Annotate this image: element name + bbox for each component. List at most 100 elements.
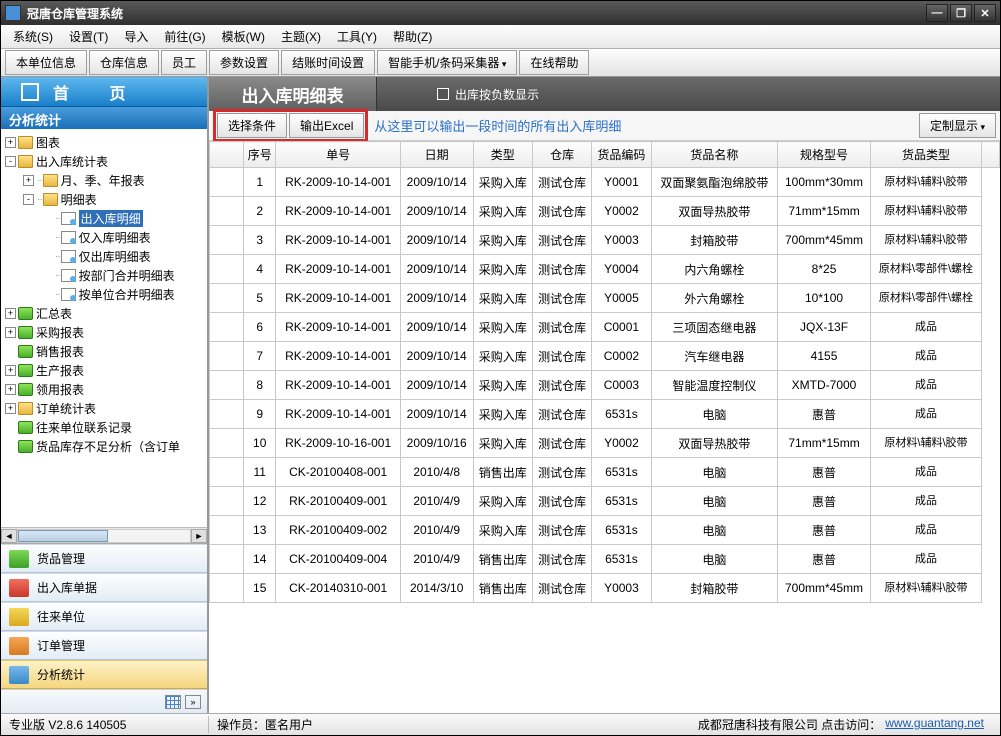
expand-icon[interactable]: +	[5, 365, 16, 376]
menu-item[interactable]: 导入	[116, 26, 156, 47]
table-row[interactable]: 2RK-2009-10-14-0012009/10/14采购入库测试仓库Y000…	[210, 197, 1000, 226]
expand-icon[interactable]: +	[5, 403, 16, 414]
table-row[interactable]: 7RK-2009-10-14-0012009/10/14采购入库测试仓库C000…	[210, 342, 1000, 371]
titlebar[interactable]: 冠唐仓库管理系统 — ❐ ✕	[1, 1, 1000, 25]
minimize-button[interactable]: —	[926, 4, 948, 22]
row-selector[interactable]	[210, 400, 244, 429]
scroll-track[interactable]	[17, 529, 191, 543]
table-row[interactable]: 12RK-20100409-0012010/4/9采购入库测试仓库6531s电脑…	[210, 487, 1000, 516]
row-selector-header[interactable]	[210, 142, 244, 168]
tree-node[interactable]: +领用报表	[3, 380, 205, 399]
table-row[interactable]: 10RK-2009-10-16-0012009/10/16采购入库测试仓库Y00…	[210, 429, 1000, 458]
expand-icon[interactable]: +	[5, 327, 16, 338]
toolbar-button[interactable]: 智能手机/条码采集器	[377, 50, 517, 75]
row-selector[interactable]	[210, 487, 244, 516]
negative-display-checkbox[interactable]: 出库按负数显示	[437, 86, 539, 103]
expand-icon[interactable]: »	[185, 695, 201, 709]
export-excel-button[interactable]: 输出Excel	[289, 113, 364, 138]
row-selector[interactable]	[210, 284, 244, 313]
column-header[interactable]: 日期	[400, 142, 473, 168]
tree-node[interactable]: +汇总表	[3, 304, 205, 323]
column-header[interactable]: 货品名称	[651, 142, 777, 168]
column-header[interactable]: 单号	[276, 142, 400, 168]
toolbar-button[interactable]: 在线帮助	[519, 50, 589, 75]
row-selector[interactable]	[210, 342, 244, 371]
row-selector[interactable]	[210, 197, 244, 226]
column-header[interactable]: 类型	[473, 142, 532, 168]
menu-item[interactable]: 工具(Y)	[329, 26, 385, 47]
checkbox-icon[interactable]	[437, 88, 449, 100]
expand-icon[interactable]: +	[5, 137, 16, 148]
toolbar-button[interactable]: 仓库信息	[89, 50, 159, 75]
menu-item[interactable]: 模板(W)	[214, 26, 273, 47]
menu-item[interactable]: 帮助(Z)	[385, 26, 440, 47]
row-selector[interactable]	[210, 516, 244, 545]
toolbar-button[interactable]: 员工	[161, 50, 207, 75]
column-header[interactable]: 货品类型	[870, 142, 981, 168]
table-row[interactable]: 5RK-2009-10-14-0012009/10/14采购入库测试仓库Y000…	[210, 284, 1000, 313]
tree-node[interactable]: ··出入库明细	[3, 209, 205, 228]
column-header[interactable]: 规格型号	[778, 142, 871, 168]
toolbar-button[interactable]: 参数设置	[209, 50, 279, 75]
tree-node[interactable]: ··仅入库明细表	[3, 228, 205, 247]
table-row[interactable]: 9RK-2009-10-14-0012009/10/14采购入库测试仓库6531…	[210, 400, 1000, 429]
menu-item[interactable]: 主题(X)	[273, 26, 329, 47]
row-selector[interactable]	[210, 574, 244, 603]
tree-node[interactable]: -出入库统计表	[3, 152, 205, 171]
tree-node[interactable]: ··按部门合并明细表	[3, 266, 205, 285]
table-row[interactable]: 1RK-2009-10-14-0012009/10/14采购入库测试仓库Y000…	[210, 168, 1000, 197]
table-container[interactable]: 序号单号日期类型仓库货品编码货品名称规格型号货品类型 1RK-2009-10-1…	[209, 141, 1000, 713]
menu-item[interactable]: 设置(T)	[61, 26, 116, 47]
company-url[interactable]: www.guantang.net	[885, 716, 984, 733]
nav-item[interactable]: 往来单位	[1, 602, 207, 631]
tree-node[interactable]: ··按单位合并明细表	[3, 285, 205, 304]
row-selector[interactable]	[210, 313, 244, 342]
table-row[interactable]: 6RK-2009-10-14-0012009/10/14采购入库测试仓库C000…	[210, 313, 1000, 342]
expand-icon[interactable]: +	[5, 308, 16, 319]
nav-item[interactable]: 分析统计	[1, 660, 207, 689]
tree-hscrollbar[interactable]: ◄ ►	[1, 527, 207, 543]
tree-node[interactable]: -··明细表	[3, 190, 205, 209]
table-row[interactable]: 11CK-20100408-0012010/4/8销售出库测试仓库6531s电脑…	[210, 458, 1000, 487]
tree-view[interactable]: +图表-出入库统计表+··月、季、年报表-··明细表··出入库明细··仅入库明细…	[1, 129, 207, 527]
table-row[interactable]: 4RK-2009-10-14-0012009/10/14采购入库测试仓库Y000…	[210, 255, 1000, 284]
tree-node[interactable]: ··仅出库明细表	[3, 247, 205, 266]
tree-node[interactable]: 货品库存不足分析（含订单	[3, 437, 205, 456]
toolbar-button[interactable]: 结账时间设置	[281, 50, 375, 75]
tree-node[interactable]: 销售报表	[3, 342, 205, 361]
custom-display-button[interactable]: 定制显示	[919, 113, 996, 138]
nav-item[interactable]: 出入库单据	[1, 573, 207, 602]
row-selector[interactable]	[210, 255, 244, 284]
table-row[interactable]: 13RK-20100409-0022010/4/9采购入库测试仓库6531s电脑…	[210, 516, 1000, 545]
maximize-button[interactable]: ❐	[950, 4, 972, 22]
scroll-left-icon[interactable]: ◄	[1, 529, 17, 543]
row-selector[interactable]	[210, 545, 244, 574]
row-selector[interactable]	[210, 429, 244, 458]
scroll-thumb[interactable]	[18, 530, 108, 542]
table-row[interactable]: 3RK-2009-10-14-0012009/10/14采购入库测试仓库Y000…	[210, 226, 1000, 255]
nav-item[interactable]: 货品管理	[1, 544, 207, 573]
filter-button[interactable]: 选择条件	[217, 113, 287, 138]
row-selector[interactable]	[210, 168, 244, 197]
scroll-right-icon[interactable]: ►	[191, 529, 207, 543]
menu-item[interactable]: 前往(G)	[156, 26, 213, 47]
column-header[interactable]: 序号	[244, 142, 276, 168]
table-row[interactable]: 14CK-20100409-0042010/4/9销售出库测试仓库6531s电脑…	[210, 545, 1000, 574]
home-tab[interactable]: 首 页	[1, 77, 207, 107]
tree-node[interactable]: +生产报表	[3, 361, 205, 380]
column-header-extra[interactable]	[982, 142, 1000, 168]
tree-node[interactable]: +采购报表	[3, 323, 205, 342]
row-selector[interactable]	[210, 371, 244, 400]
tree-node[interactable]: +··月、季、年报表	[3, 171, 205, 190]
column-header[interactable]: 货品编码	[592, 142, 651, 168]
column-header[interactable]: 仓库	[532, 142, 591, 168]
close-button[interactable]: ✕	[974, 4, 996, 22]
nav-item[interactable]: 订单管理	[1, 631, 207, 660]
row-selector[interactable]	[210, 226, 244, 255]
expand-icon[interactable]: +	[23, 175, 34, 186]
row-selector[interactable]	[210, 458, 244, 487]
toolbar-button[interactable]: 本单位信息	[5, 50, 87, 75]
grid-view-icon[interactable]	[165, 695, 181, 709]
menu-item[interactable]: 系统(S)	[5, 26, 61, 47]
collapse-icon[interactable]: -	[5, 156, 16, 167]
